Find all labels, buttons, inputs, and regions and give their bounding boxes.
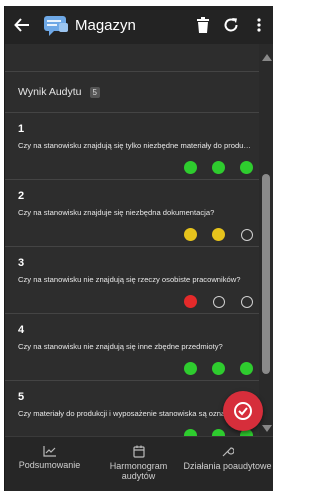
arrow-left-icon <box>14 18 29 32</box>
app-bar: Magazyn <box>5 6 273 44</box>
question-item[interactable]: 1 Czy na stanowisku znajdują się tylko n… <box>5 112 259 179</box>
trash-icon <box>197 17 209 33</box>
rating-dot <box>240 161 253 174</box>
question-item[interactable]: 5 Czy materiały do produkcji i wyposażen… <box>5 380 259 436</box>
nav-summary-label: Podsumowanie <box>18 460 81 470</box>
nav-actions-label: Działania poaudytowe <box>183 461 272 471</box>
rating-dots <box>184 362 253 375</box>
nav-summary[interactable]: Podsumowanie <box>5 437 94 491</box>
question-item[interactable]: 4 Czy na stanowisku nie znajdują się inn… <box>5 313 259 380</box>
scroll-down-arrow[interactable] <box>262 425 272 432</box>
scroll-thumb[interactable] <box>262 174 270 374</box>
question-number: 2 <box>18 190 25 202</box>
scrollbar[interactable] <box>259 44 273 436</box>
question-number: 3 <box>18 257 25 269</box>
rating-dot <box>240 295 253 308</box>
audit-result-header: Wynik Audytu 5 <box>5 71 259 112</box>
rating-dot <box>184 228 197 241</box>
question-text: Czy na stanowisku znajduje się niezbędna… <box>18 208 215 217</box>
question-text: Czy na stanowisku znajdują się tylko nie… <box>18 141 252 150</box>
audit-count-badge: 5 <box>89 86 100 98</box>
rating-dot <box>184 161 197 174</box>
rating-dot <box>184 295 197 308</box>
question-text: Czy na stanowisku nie znajdują się inne … <box>18 342 223 351</box>
more-menu-button[interactable] <box>245 6 273 44</box>
page-title: Magazyn <box>75 16 136 34</box>
refresh-button[interactable] <box>217 6 245 44</box>
question-number: 5 <box>18 391 25 403</box>
rating-dot <box>212 429 225 436</box>
scroll-up-arrow[interactable] <box>262 54 272 61</box>
rating-dot <box>212 362 225 375</box>
nav-actions[interactable]: Działania poaudytowe <box>183 437 272 491</box>
question-item[interactable]: 3 Czy na stanowisku nie znajdują się rze… <box>5 246 259 313</box>
rating-dots <box>184 161 253 174</box>
refresh-icon <box>224 18 238 32</box>
rating-dot <box>212 295 225 308</box>
more-vert-icon <box>257 18 261 32</box>
rating-dots <box>184 295 253 308</box>
rating-dot <box>240 228 253 241</box>
calendar-icon <box>132 445 145 458</box>
rating-dot <box>212 228 225 241</box>
check-circle-icon <box>234 402 252 420</box>
app-logo-icon <box>43 13 69 37</box>
back-button[interactable] <box>5 6 39 44</box>
bottom-navigation: Podsumowanie Harmonogram audytów Działan… <box>5 436 273 491</box>
rating-dot <box>240 362 253 375</box>
nav-schedule-label: Harmonogram audytów <box>109 461 168 481</box>
delete-button[interactable] <box>189 6 217 44</box>
chart-icon <box>42 446 56 457</box>
app-frame: Magazyn Wynik Audytu 5 1 Czy na stanowis… <box>4 6 273 491</box>
question-number: 1 <box>18 123 25 135</box>
nav-schedule[interactable]: Harmonogram audytów <box>94 437 183 491</box>
rating-dot <box>184 362 197 375</box>
question-text: Czy na stanowisku nie znajdują się rzecz… <box>18 275 241 284</box>
question-number: 4 <box>18 324 25 336</box>
rating-dot <box>212 161 225 174</box>
rating-dots <box>184 228 253 241</box>
question-item[interactable]: 2 Czy na stanowisku znajduje się niezbęd… <box>5 179 259 246</box>
complete-audit-button[interactable] <box>223 391 263 431</box>
audit-content: Wynik Audytu 5 1 Czy na stanowisku znajd… <box>5 44 259 436</box>
question-text: Czy materiały do produkcji i wyposażenie… <box>18 409 250 418</box>
audit-title: Wynik Audytu <box>18 86 82 98</box>
wrench-icon <box>222 447 234 457</box>
rating-dot <box>184 429 197 436</box>
